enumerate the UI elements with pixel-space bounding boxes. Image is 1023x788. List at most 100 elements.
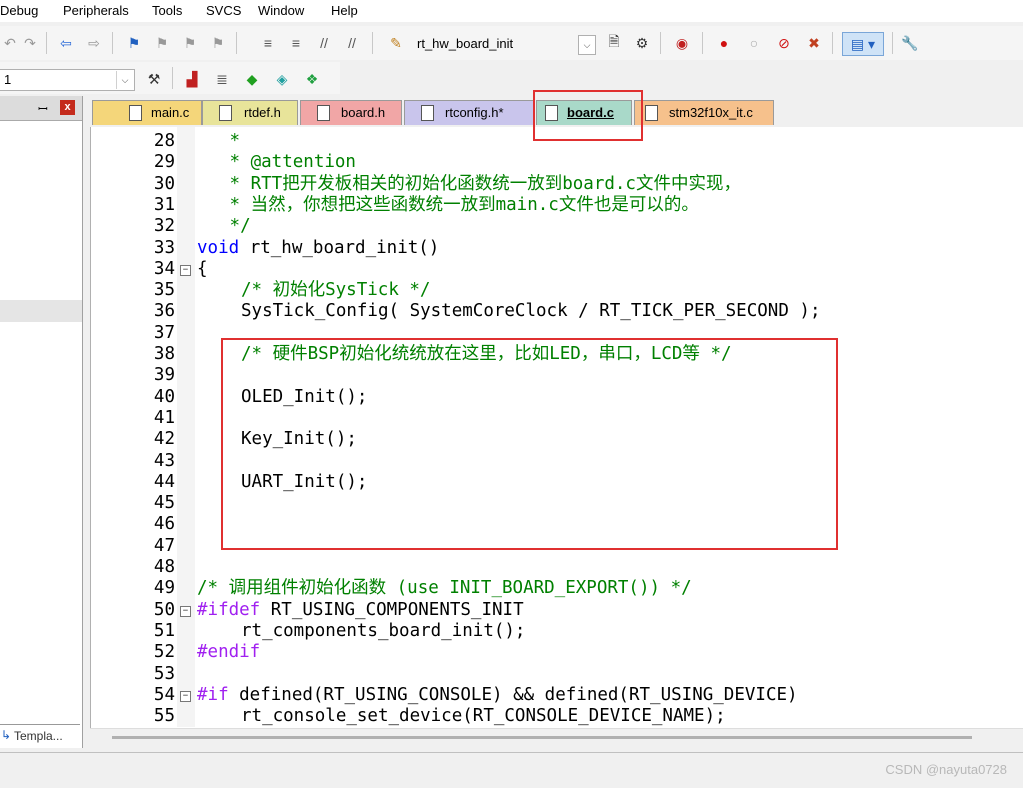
templates-icon: ↳	[1, 728, 12, 742]
line-number: 34	[153, 258, 175, 279]
preprocessor-token: #ifdef	[197, 599, 261, 620]
templates-tab-label: Templa...	[14, 729, 63, 743]
target-select-value: 1	[4, 72, 12, 87]
file-icon	[129, 105, 142, 121]
wrench-icon[interactable]: 🔧	[900, 33, 920, 53]
chevron-down-icon[interactable]: ⌵	[116, 71, 133, 89]
tab-main-c[interactable]: main.c	[92, 100, 202, 125]
file-icon	[317, 105, 330, 121]
line-number: 51	[153, 620, 175, 641]
watermark: CSDN @nayuta0728	[885, 762, 1007, 777]
fold-toggle-icon[interactable]: −	[180, 264, 191, 276]
target-options-icon[interactable]: ⚒	[144, 69, 164, 89]
replace-icon[interactable]: ⚙	[632, 33, 652, 53]
bookmark-clear-icon[interactable]: ⚑	[208, 33, 228, 53]
unindent-icon[interactable]: ≡	[286, 33, 306, 53]
highlight-box-tab	[533, 90, 643, 141]
line-number: 44	[153, 471, 175, 492]
breakpoint-kill-all-icon[interactable]: ✖	[804, 33, 824, 53]
breakpoint-disable-all-icon[interactable]: ⊘	[774, 33, 794, 53]
menu-window[interactable]: Window	[258, 3, 304, 18]
tab-rtdef-h[interactable]: rtdef.h	[202, 100, 298, 125]
code-text: */	[219, 216, 251, 237]
file-icon	[645, 105, 658, 121]
nav-forward-icon[interactable]: ⇨	[84, 33, 104, 53]
code-text: *	[219, 131, 241, 151]
manage-components-icon[interactable]: ▟	[182, 69, 202, 89]
select-pack-icon[interactable]: ◈	[272, 69, 292, 89]
fold-toggle-icon[interactable]: −	[180, 690, 191, 702]
breakpoint-icon[interactable]: ●	[714, 33, 734, 53]
code-line: void rt_hw_board_init()	[197, 238, 439, 259]
function-combo[interactable]: rt_hw_board_init ⌵	[412, 33, 598, 55]
menu-help[interactable]: Help	[331, 3, 358, 18]
find-in-files-icon[interactable]: ✎	[386, 33, 406, 53]
tab-rtconfig-h[interactable]: rtconfig.h*	[404, 100, 534, 125]
highlight-box-code	[221, 338, 838, 550]
line-number: 39	[153, 365, 175, 386]
toolbar-separator	[372, 32, 373, 54]
line-number: 53	[153, 663, 175, 684]
bookmark-prev-icon[interactable]: ⚑	[152, 33, 172, 53]
project-tree-selected-row[interactable]	[0, 300, 82, 322]
file-extensions-icon[interactable]: ≣	[212, 69, 232, 89]
tab-stm32f10x-it-c[interactable]: stm32f10x_it.c	[634, 100, 774, 125]
manage-run-time-icon[interactable]: ◆	[242, 69, 262, 89]
find-icon[interactable]: 🗎	[604, 33, 624, 53]
code-line: /* 初始化SysTick */	[241, 280, 430, 301]
line-number: 45	[153, 493, 175, 514]
nav-back-icon[interactable]: ⇦	[56, 33, 76, 53]
project-panel-header: ꟷ x	[0, 96, 82, 121]
menu-svcs[interactable]: SVCS	[206, 3, 241, 18]
bookmark-next-icon[interactable]: ⚑	[180, 33, 200, 53]
redo-icon[interactable]: ↷	[20, 33, 40, 53]
line-number: 54	[153, 684, 175, 705]
code-line: rt_console_set_device(RT_CONSOLE_DEVICE_…	[241, 706, 726, 727]
close-icon[interactable]: x	[60, 100, 75, 115]
file-icon	[219, 105, 232, 121]
code-text: rt_components_board_init();	[241, 620, 526, 641]
toolbar-separator	[236, 32, 237, 54]
target-select[interactable]: 1 ⌵	[0, 69, 135, 91]
toolbar-separator	[892, 32, 893, 54]
comment-icon[interactable]: //	[314, 33, 334, 53]
code-line: #endif	[197, 642, 260, 663]
code-text: * RTT把开发板相关的初始化函数统一放到board.c文件中实现，	[219, 173, 741, 194]
pin-icon[interactable]: ꟷ	[38, 100, 48, 117]
uncomment-icon[interactable]: //	[342, 33, 362, 53]
preprocessor-token: #endif	[197, 642, 261, 663]
code-line: /* 调用组件初始化函数 (use INIT_BOARD_EXPORT()) *…	[197, 578, 692, 599]
fold-toggle-icon[interactable]: −	[180, 605, 191, 617]
menu-tools[interactable]: Tools	[152, 3, 182, 18]
menu-peripherals[interactable]: Peripherals	[63, 3, 129, 18]
undo-icon[interactable]: ↶	[0, 33, 20, 53]
tab-label: board.h	[341, 105, 386, 120]
bookmark-icon[interactable]: ⚑	[124, 33, 144, 53]
status-bar: CSDN @nayuta0728	[0, 752, 1023, 788]
line-number: 33	[153, 237, 175, 258]
preprocessor-token: #if	[197, 684, 229, 705]
horizontal-scrollbar[interactable]	[90, 728, 1023, 749]
line-number: 28	[153, 131, 175, 151]
pack-installer-icon[interactable]: ❖	[302, 69, 322, 89]
line-number: 50	[153, 599, 175, 620]
chevron-down-icon[interactable]: ⌵	[578, 35, 596, 55]
indent-icon[interactable]: ≡	[258, 33, 278, 53]
templates-tab[interactable]: ↳ Templa...	[0, 724, 80, 747]
code-text: /* 初始化SysTick */	[241, 280, 431, 301]
menu-debug[interactable]: Debug	[0, 3, 38, 18]
window-layout-icon[interactable]: ▤ ▾	[842, 32, 884, 56]
line-number: 29	[153, 152, 175, 173]
line-number: 46	[153, 514, 175, 535]
code-line: #if defined(RT_USING_CONSOLE) && defined…	[197, 685, 798, 706]
menu-bar: Debug Peripherals Tools SVCS Window Help	[0, 0, 1023, 22]
line-number: 31	[153, 194, 175, 215]
code-text: /* 调用组件初始化函数 (use INIT_BOARD_EXPORT()) *…	[197, 578, 692, 599]
file-icon	[421, 105, 434, 121]
scrollbar-thumb[interactable]	[112, 736, 972, 739]
debug-session-icon[interactable]: ◉	[672, 33, 692, 53]
line-number: 55	[153, 706, 175, 727]
breakpoint-disable-icon[interactable]: ○	[744, 33, 764, 53]
tab-board-h[interactable]: board.h	[300, 100, 402, 125]
code-text: defined(RT_USING_CONSOLE) && defined(RT_…	[228, 684, 798, 705]
